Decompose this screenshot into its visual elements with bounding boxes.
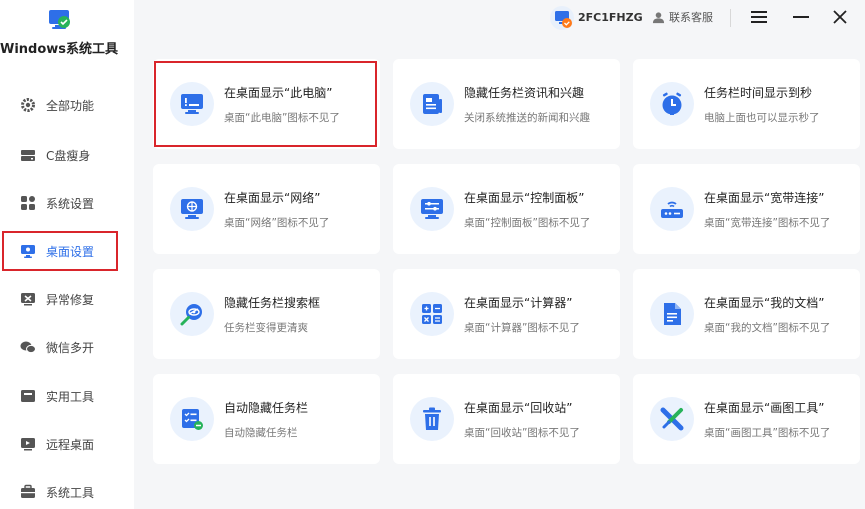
contact-support-button[interactable]: 联系客服 — [652, 9, 713, 25]
user-avatar-icon — [555, 11, 572, 28]
card-title: 在桌面显示“画图工具” — [704, 401, 825, 415]
paint-icon — [650, 397, 694, 441]
card-title: 隐藏任务栏搜索框 — [224, 296, 321, 310]
card-hide-taskbar-search[interactable]: 隐藏任务栏搜索框 任务栏变得更清爽 — [153, 269, 380, 359]
close-button[interactable] — [827, 5, 853, 29]
repair-icon — [20, 291, 36, 307]
card-show-this-pc[interactable]: 在桌面显示“此电脑” 桌面“此电脑”图标不见了 — [153, 59, 380, 149]
sidebar-item-wechat[interactable]: 微信多开 — [0, 327, 134, 367]
card-show-recycle-bin[interactable]: 在桌面显示“回收站” 桌面“回收站”图标不见了 — [393, 374, 620, 464]
sidebar-item-label: 异常修复 — [46, 292, 95, 307]
card-title: 任务栏时间显示到秒 — [704, 86, 813, 100]
card-show-calculator[interactable]: 在桌面显示“计算器” 桌面“计算器”图标不见了 — [393, 269, 620, 359]
avatar[interactable] — [550, 6, 574, 30]
card-description: 桌面“网络”图标不见了 — [224, 217, 330, 229]
document-icon — [650, 292, 694, 336]
network-icon — [170, 187, 214, 231]
card-title: 自动隐藏任务栏 — [224, 401, 309, 415]
card-show-my-documents[interactable]: 在桌面显示“我的文档” 桌面“我的文档”图标不见了 — [633, 269, 860, 359]
gear-icon — [20, 97, 36, 113]
sidebar-item-label: 系统设置 — [46, 196, 95, 211]
sidebar-item-label: 全部功能 — [46, 98, 95, 113]
router-icon — [650, 187, 694, 231]
close-icon — [833, 10, 847, 24]
sidebar-item-label: 桌面设置 — [46, 244, 95, 259]
sidebar-item-label: 远程桌面 — [46, 437, 95, 452]
card-title: 在桌面显示“此电脑” — [224, 86, 333, 100]
remote-icon — [20, 436, 36, 452]
card-description: 桌面“控制面板”图标不见了 — [464, 217, 591, 229]
sidebar-item-label: C盘瘦身 — [46, 148, 91, 163]
card-title: 在桌面显示“控制面板” — [464, 191, 585, 205]
sidebar-item-desktop-settings[interactable]: 桌面设置 — [0, 231, 134, 271]
sidebar-item-label: 实用工具 — [46, 389, 95, 404]
user-id: 2FC1FHZG — [578, 11, 643, 24]
sidebar-item-remote-desktop[interactable]: 远程桌面 — [0, 424, 134, 464]
clock-icon — [650, 82, 694, 126]
card-description: 任务栏变得更清爽 — [224, 322, 308, 334]
sidebar-item-system-tools[interactable]: 系统工具 — [0, 472, 134, 509]
card-description: 关闭系统推送的新闻和兴趣 — [464, 112, 590, 124]
news-icon — [410, 82, 454, 126]
support-person-icon — [652, 11, 665, 23]
card-title: 在桌面显示“宽带连接” — [704, 191, 825, 205]
briefcase-icon — [20, 484, 36, 500]
card-taskbar-seconds[interactable]: 任务栏时间显示到秒 电脑上面也可以显示秒了 — [633, 59, 860, 149]
card-show-paint-tool[interactable]: 在桌面显示“画图工具” 桌面“画图工具”图标不见了 — [633, 374, 860, 464]
card-title: 在桌面显示“回收站” — [464, 401, 573, 415]
minimize-icon — [793, 16, 809, 18]
recycle-bin-icon — [410, 397, 454, 441]
sidebar-item-utilities[interactable]: 实用工具 — [0, 376, 134, 416]
top-bar: 2FC1FHZG 联系客服 — [134, 0, 865, 38]
card-description: 桌面“我的文档”图标不见了 — [704, 322, 831, 334]
card-title: 在桌面显示“网络” — [224, 191, 321, 205]
card-title: 在桌面显示“计算器” — [464, 296, 573, 310]
app-logo-icon — [49, 10, 70, 29]
toolbox-icon — [20, 388, 36, 404]
calculator-icon — [410, 292, 454, 336]
control-panel-icon — [410, 187, 454, 231]
disk-icon — [20, 147, 36, 163]
sidebar: Windows系统工具 全部功能 C盘瘦身 系统设置 桌面设置 异常修复 微信多… — [0, 0, 134, 509]
card-show-broadband[interactable]: 在桌面显示“宽带连接” 桌面“宽带连接”图标不见了 — [633, 164, 860, 254]
sidebar-item-repair[interactable]: 异常修复 — [0, 279, 134, 319]
card-description: 自动隐藏任务栏 — [224, 427, 298, 439]
card-description: 桌面“画图工具”图标不见了 — [704, 427, 831, 439]
grid-icon — [20, 195, 36, 211]
sidebar-item-label: 微信多开 — [46, 340, 95, 355]
sidebar-item-all-features[interactable]: 全部功能 — [0, 85, 134, 125]
chat-icon — [20, 339, 36, 355]
menu-button[interactable] — [746, 5, 772, 29]
card-show-control-panel[interactable]: 在桌面显示“控制面板” 桌面“控制面板”图标不见了 — [393, 164, 620, 254]
card-title: 隐藏任务栏资讯和兴趣 — [464, 86, 585, 100]
support-label: 联系客服 — [669, 11, 713, 24]
computer-icon — [170, 82, 214, 126]
app-title: Windows系统工具 — [0, 42, 119, 57]
card-title: 在桌面显示“我的文档” — [704, 296, 825, 310]
sidebar-item-system-settings[interactable]: 系统设置 — [0, 183, 134, 223]
card-hide-news-interests[interactable]: 隐藏任务栏资讯和兴趣 关闭系统推送的新闻和兴趣 — [393, 59, 620, 149]
card-description: 桌面“此电脑”图标不见了 — [224, 112, 340, 124]
sidebar-item-c-drive[interactable]: C盘瘦身 — [0, 135, 134, 175]
monitor-icon — [20, 243, 36, 259]
card-auto-hide-taskbar[interactable]: 自动隐藏任务栏 自动隐藏任务栏 — [153, 374, 380, 464]
card-description: 桌面“计算器”图标不见了 — [464, 322, 580, 334]
card-description: 桌面“回收站”图标不见了 — [464, 427, 580, 439]
topbar-divider — [730, 9, 731, 27]
card-show-network[interactable]: 在桌面显示“网络” 桌面“网络”图标不见了 — [153, 164, 380, 254]
sidebar-item-label: 系统工具 — [46, 485, 95, 500]
hidden-search-icon — [170, 292, 214, 336]
logo: Windows系统工具 — [0, 0, 134, 70]
card-description: 桌面“宽带连接”图标不见了 — [704, 217, 831, 229]
hamburger-icon — [751, 11, 767, 23]
card-description: 电脑上面也可以显示秒了 — [704, 112, 820, 124]
auto-hide-icon — [170, 397, 214, 441]
minimize-button[interactable] — [788, 5, 814, 29]
